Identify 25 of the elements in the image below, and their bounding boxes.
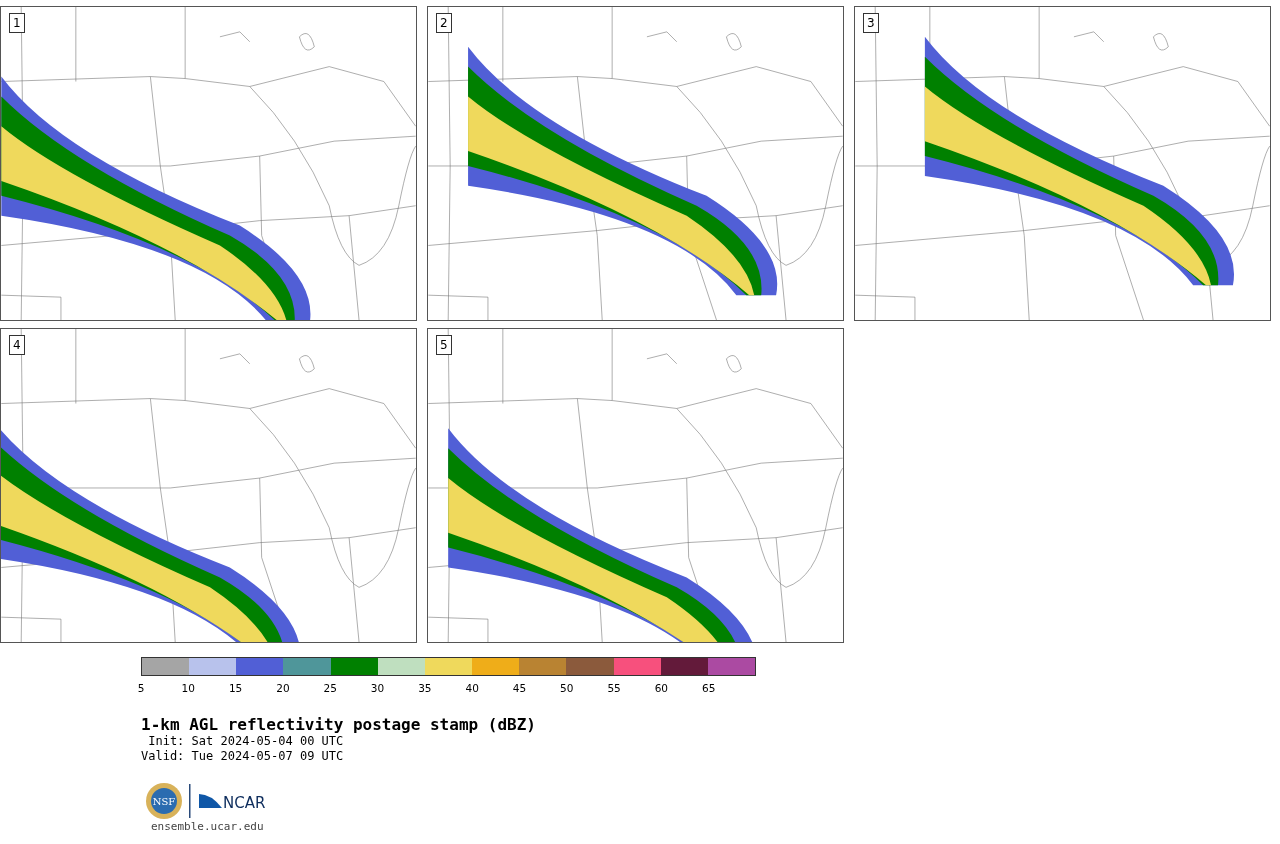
tick-label: 30: [370, 681, 385, 696]
panel-number: 4: [9, 335, 25, 355]
tick-label: 35: [418, 681, 432, 696]
tick-label: 5: [137, 681, 145, 696]
panel-number: 5: [436, 335, 452, 355]
tick-label: 15: [228, 681, 243, 696]
seal-logo: NSF: [145, 782, 183, 820]
divider-line: [189, 784, 191, 818]
tick-label: 65: [702, 681, 716, 696]
tick-label: 10: [181, 681, 195, 696]
tick-label: 45: [512, 681, 527, 696]
panel-number: 1: [9, 13, 25, 33]
tick-label: 50: [560, 681, 574, 696]
tick-label: 60: [654, 681, 669, 696]
figure-title: 1-km AGL reflectivity postage stamp (dBZ): [141, 716, 537, 734]
tick-label: 25: [323, 681, 337, 696]
valid-time: Valid: Tue 2024-05-07 09 UTC: [141, 749, 345, 764]
tick-label: 55: [607, 681, 621, 696]
tick-label: 40: [465, 681, 479, 696]
ncar-logo: NCAR: [197, 790, 273, 812]
website-text: ensemble.ucar.edu: [151, 820, 265, 833]
panel-number: 2: [436, 13, 452, 33]
init-time: Init: Sat 2024-05-04 00 UTC: [147, 734, 345, 749]
panel-number: 3: [863, 13, 879, 33]
tick-label: 20: [276, 681, 290, 696]
